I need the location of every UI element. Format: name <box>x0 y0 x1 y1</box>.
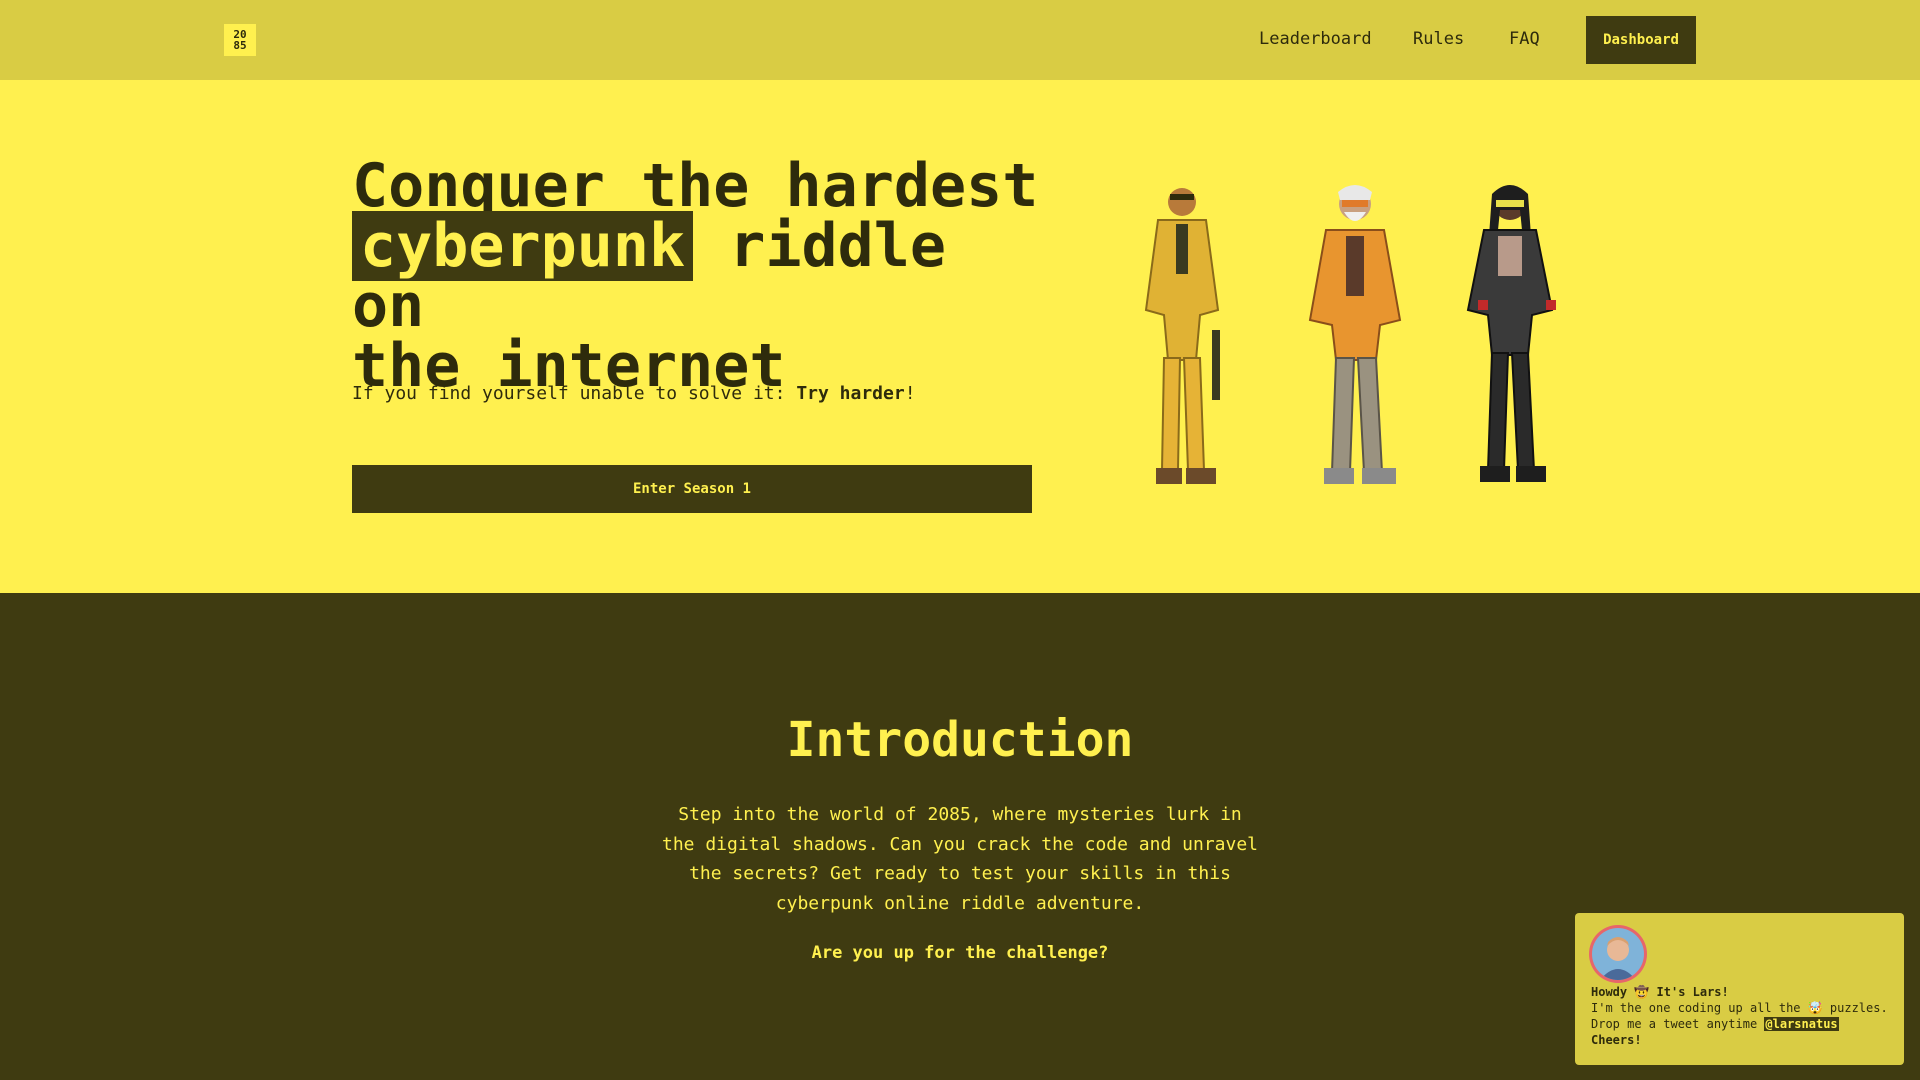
character-yellow <box>1144 188 1220 484</box>
character-orange <box>1308 185 1402 484</box>
site-header: 20 85 Leaderboard Rules FAQ Dashboard <box>0 0 1920 80</box>
dashboard-button[interactable]: Dashboard <box>1586 16 1696 64</box>
nav-faq[interactable]: FAQ <box>1509 29 1540 49</box>
twitter-handle-link[interactable]: @larsnatus <box>1764 1017 1839 1031</box>
hero-title: Conquer the hardest cyberpunk riddle on … <box>352 156 1052 396</box>
author-chat-bubble: Howdy 🤠 It's Lars! I'm the one coding up… <box>1575 913 1904 1065</box>
chat-line3-prefix: Drop me a tweet anytime <box>1591 1017 1765 1031</box>
logo[interactable]: 20 85 <box>224 24 256 56</box>
avatar <box>1589 925 1647 983</box>
chat-greeting: Howdy 🤠 It's Lars! <box>1591 985 1729 999</box>
intro-title: Introduction <box>786 712 1134 768</box>
hero-subtitle-suffix: ! <box>904 383 916 404</box>
enter-season-button[interactable]: Enter Season 1 <box>352 465 1032 513</box>
chat-signoff: Cheers! <box>1591 1033 1642 1047</box>
hero-subtitle: If you find yourself unable to solve it:… <box>352 383 916 404</box>
chat-message: Howdy 🤠 It's Lars! I'm the one coding up… <box>1591 984 1896 1048</box>
cyberpunk-characters-illustration <box>1144 185 1556 484</box>
avatar-image <box>1592 928 1644 980</box>
logo-bottom-text: 85 <box>233 39 247 52</box>
character-black <box>1466 185 1556 482</box>
nav-leaderboard[interactable]: Leaderboard <box>1259 29 1372 49</box>
hero-section: Conquer the hardest cyberpunk riddle on … <box>0 80 1920 593</box>
nav-rules[interactable]: Rules <box>1413 29 1464 49</box>
chat-line2: I'm the one coding up all the 🤯 puzzles. <box>1591 1001 1888 1015</box>
intro-body: Step into the world of 2085, where myste… <box>661 804 1259 914</box>
hero-subtitle-bold: Try harder <box>796 383 905 404</box>
hero-subtitle-prefix: If you find yourself unable to solve it: <box>352 383 797 404</box>
